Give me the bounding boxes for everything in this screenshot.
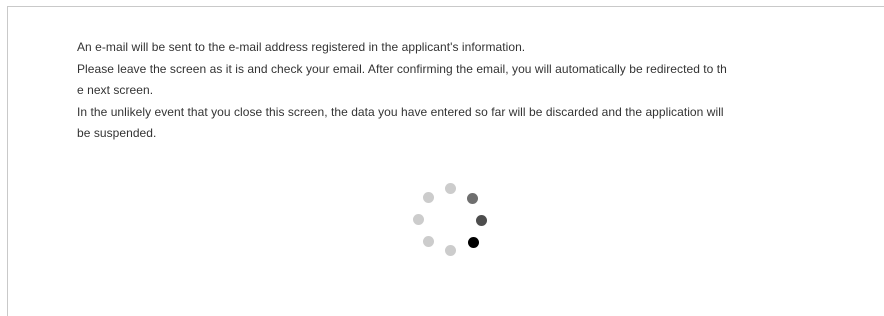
notice-line-3: e next screen. [77, 83, 154, 97]
email-notice-message: An e-mail will be sent to the e-mail add… [77, 37, 837, 145]
spinner-dot [468, 237, 479, 248]
loading-spinner-icon [408, 177, 498, 267]
notice-line-4: In the unlikely event that you close thi… [77, 104, 724, 119]
spinner-dot [467, 193, 478, 204]
spinner-dot [445, 183, 456, 194]
notice-line-1: An e-mail will be sent to the e-mail add… [77, 40, 526, 54]
notice-line-2: Please leave the screen as it is and che… [77, 61, 727, 76]
spinner-dot [423, 192, 434, 203]
spinner-dot [445, 245, 456, 256]
spinner-dot [476, 215, 487, 226]
spinner-dot [413, 214, 424, 225]
spinner-dot [423, 236, 434, 247]
notice-line-5: be suspended. [77, 126, 157, 140]
email-verification-panel: An e-mail will be sent to the e-mail add… [7, 6, 884, 316]
